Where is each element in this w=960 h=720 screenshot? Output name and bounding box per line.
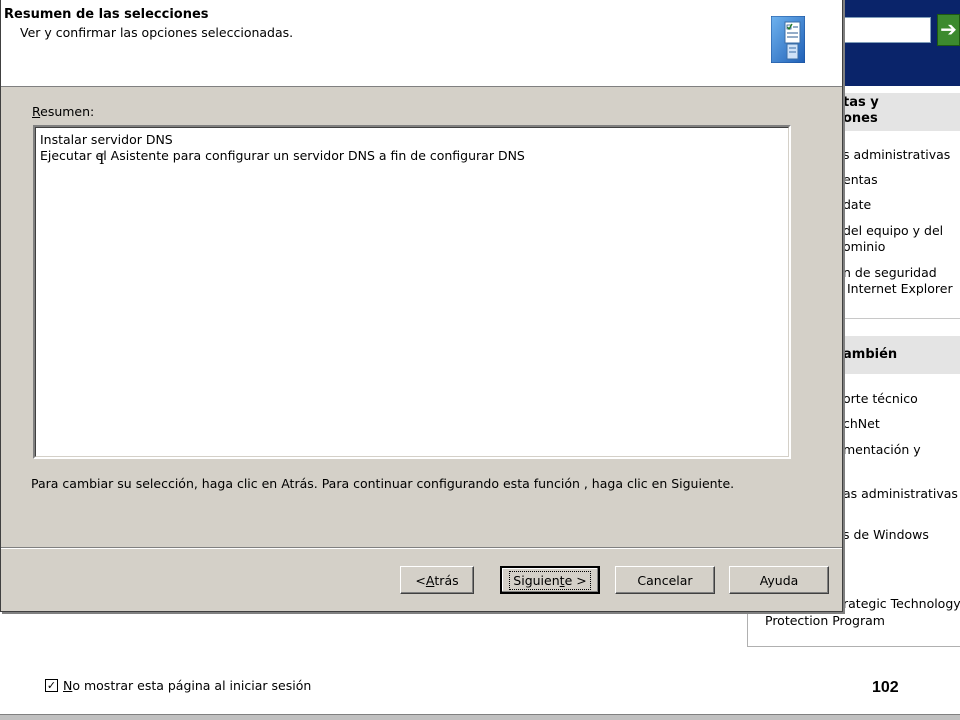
background-link-computer-domain[interactable]: del equipo y del ominio bbox=[843, 223, 943, 255]
checklist-wizard-icon bbox=[771, 16, 805, 63]
go-arrow-icon[interactable]: ➔ bbox=[937, 14, 960, 46]
text-cursor-icon: I bbox=[99, 152, 105, 168]
summary-textbox[interactable]: Instalar servidor DNS Ejecutar el Asiste… bbox=[33, 125, 791, 459]
background-separator bbox=[843, 318, 960, 319]
startup-checkbox-label[interactable]: No mostrar esta página al iniciar sesión bbox=[63, 678, 311, 693]
wizard-header-subtitle: Ver y confirmar las opciones seleccionad… bbox=[20, 25, 294, 40]
background-link-update[interactable]: date bbox=[843, 197, 871, 213]
background-link-ie-security[interactable]: n de seguridad Internet Explorer bbox=[843, 265, 953, 297]
background-link-admin-tools-2[interactable]: as administrativas bbox=[843, 486, 958, 502]
configure-server-wizard: Resumen de las selecciones Ver y confirm… bbox=[0, 0, 843, 612]
next-button[interactable]: Siguiente > bbox=[500, 566, 600, 594]
summary-line-install-dns: Instalar servidor DNS bbox=[40, 132, 173, 147]
background-window-bottom-edge bbox=[0, 714, 960, 720]
background-link-windows[interactable]: s de Windows bbox=[843, 527, 929, 543]
summary-label: Resumen: bbox=[32, 104, 95, 119]
background-link-protection-program[interactable]: Protection Program bbox=[765, 613, 885, 628]
slide-page-number: 102 bbox=[872, 679, 899, 696]
background-link-strategic-tech[interactable]: rategic Technology bbox=[843, 596, 960, 611]
background-link-documentation[interactable]: mentación y bbox=[843, 442, 921, 458]
wizard-instructions: Para cambiar su selección, haga clic en … bbox=[31, 476, 735, 491]
back-button[interactable]: < Atrás bbox=[400, 566, 474, 594]
summary-line-run-dns-wizard: Ejecutar el Asistente para configurar un… bbox=[40, 148, 525, 163]
background-section-heading-see-also: ambién bbox=[843, 336, 960, 374]
background-section-heading-tools: tas y ones bbox=[843, 93, 960, 131]
startup-checkbox[interactable]: ✓ bbox=[45, 678, 58, 692]
background-link-events[interactable]: entas bbox=[843, 172, 878, 188]
help-button[interactable]: Ayuda bbox=[729, 566, 829, 594]
background-link-admin-tools[interactable]: s administrativas bbox=[843, 147, 950, 163]
background-link-technet[interactable]: chNet bbox=[843, 416, 880, 432]
cancel-button[interactable]: Cancelar bbox=[615, 566, 715, 594]
background-link-support[interactable]: orte técnico bbox=[843, 391, 918, 407]
background-search-input[interactable] bbox=[843, 17, 931, 43]
wizard-button-divider bbox=[1, 547, 842, 549]
startup-checkbox-row[interactable]: ✓ No mostrar esta página al iniciar sesi… bbox=[45, 676, 311, 694]
wizard-header-title: Resumen de las selecciones bbox=[4, 7, 209, 22]
wizard-header: Resumen de las selecciones Ver y confirm… bbox=[1, 0, 842, 87]
